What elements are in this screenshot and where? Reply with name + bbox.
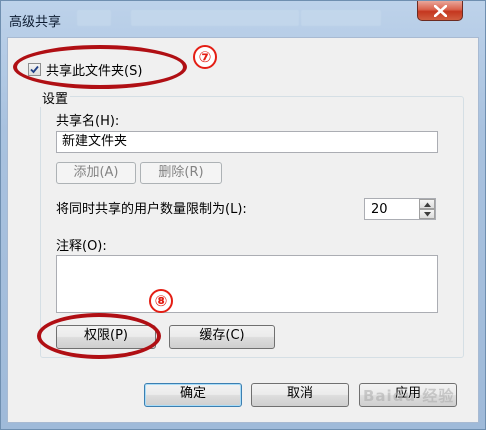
- remove-button[interactable]: 删除(R): [140, 162, 222, 184]
- title-bar[interactable]: 高级共享: [1, 1, 485, 41]
- window-title: 高级共享: [9, 15, 62, 30]
- user-limit-label: 将同时共享的用户数量限制为(L):: [56, 202, 247, 217]
- step-7-badge: ⑦: [193, 45, 217, 69]
- annotation-ellipse-permissions: [37, 313, 161, 359]
- arrow-up-icon: [424, 202, 431, 207]
- spin-up-button[interactable]: [419, 199, 435, 209]
- close-icon: [434, 5, 447, 17]
- annotation-ellipse-share-checkbox: [13, 45, 187, 89]
- user-limit-value[interactable]: 20: [371, 202, 388, 217]
- blurred-title-fragment: [131, 10, 299, 26]
- close-button[interactable]: [417, 1, 463, 21]
- settings-group-label: 设置: [40, 88, 71, 107]
- cancel-button[interactable]: 取消: [251, 383, 349, 407]
- add-button[interactable]: 添加(A): [56, 162, 136, 184]
- comment-label: 注释(O):: [56, 239, 107, 254]
- spin-down-button[interactable]: [419, 209, 435, 219]
- share-name-input[interactable]: 新建文件夹: [56, 131, 438, 153]
- share-name-label: 共享名(H):: [56, 114, 120, 129]
- advanced-sharing-window: 高级共享 共享此文件夹(S) 设置 共享名(H): 新建文件夹 添加(A) 删除…: [0, 0, 486, 430]
- user-limit-spinner[interactable]: 20: [364, 198, 436, 220]
- baidu-watermark: Baidu 经验: [363, 387, 455, 405]
- step-8-badge: ⑧: [149, 289, 173, 313]
- spinner-arrows: [419, 199, 435, 219]
- dialog-body: 共享此文件夹(S) 设置 共享名(H): 新建文件夹 添加(A) 删除(R) 将…: [7, 37, 479, 423]
- comment-input[interactable]: [56, 255, 438, 313]
- blurred-title-fragment: [301, 10, 381, 26]
- ok-button[interactable]: 确定: [144, 383, 242, 407]
- caching-button[interactable]: 缓存(C): [169, 325, 275, 349]
- arrow-down-icon: [424, 212, 431, 217]
- blurred-title-fragment: [77, 10, 111, 26]
